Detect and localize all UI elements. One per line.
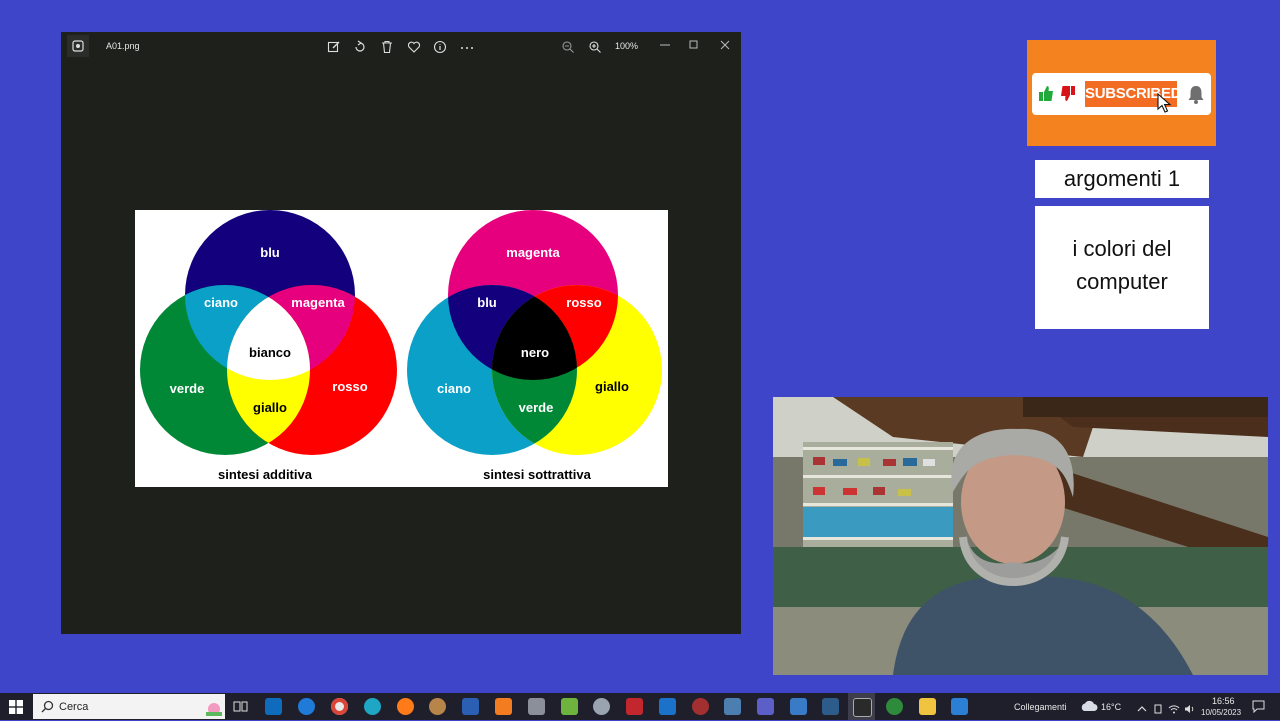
- edit-icon[interactable]: [327, 40, 341, 54]
- minimize-icon[interactable]: [659, 38, 671, 50]
- caption-subtractive: sintesi sottrattiva: [483, 467, 591, 482]
- label-rosso-sub: rosso: [566, 295, 601, 310]
- topic-label: argomenti 1: [1035, 160, 1209, 198]
- weather-cloud-icon[interactable]: [1080, 699, 1098, 718]
- more-icon[interactable]: [460, 40, 474, 54]
- taskbar-search-box[interactable]: Cerca: [33, 694, 225, 719]
- label-ciano-sub: ciano: [437, 381, 471, 396]
- screen-recorder-icon[interactable]: [692, 698, 709, 715]
- webcam-video: [773, 397, 1268, 675]
- taskbar: Cerca Collegamenti 16°C 16:56 10/05/2023: [0, 693, 1280, 720]
- wifi-icon[interactable]: [1168, 701, 1180, 719]
- file-name: A01.png: [106, 41, 140, 51]
- label-blu: blu: [260, 245, 280, 260]
- thumbs-down-icon[interactable]: [1060, 85, 1076, 107]
- firefox-icon[interactable]: [397, 698, 414, 715]
- device-icon[interactable]: [1153, 701, 1163, 719]
- internet-explorer-icon[interactable]: [298, 698, 315, 715]
- rotate-icon[interactable]: [353, 40, 367, 54]
- label-giallo-sub: giallo: [595, 379, 629, 394]
- volume-icon[interactable]: [1184, 701, 1196, 719]
- label-ciano: ciano: [204, 295, 238, 310]
- lesson-title: i colori del computer: [1072, 236, 1172, 294]
- editor-icon[interactable]: [790, 698, 807, 715]
- links-toolbar-label[interactable]: Collegamenti: [1014, 702, 1067, 712]
- info-icon[interactable]: [433, 40, 447, 54]
- close-icon[interactable]: [719, 38, 731, 50]
- viewer-titlebar: A01.png 100%: [61, 32, 741, 62]
- caption-additive: sintesi additiva: [218, 467, 313, 482]
- label-nero: nero: [521, 345, 549, 360]
- word-icon[interactable]: [462, 698, 479, 715]
- label-blu-sub: blu: [477, 295, 497, 310]
- favorite-icon[interactable]: [407, 40, 421, 54]
- zoom-level[interactable]: 100%: [615, 41, 638, 51]
- search-icon: [41, 700, 54, 718]
- lesson-title-box: i colori del computer: [1035, 206, 1209, 329]
- bell-icon[interactable]: [1186, 84, 1206, 110]
- temperature[interactable]: 16°C: [1101, 702, 1121, 712]
- label-verde-sub: verde: [519, 400, 554, 415]
- delete-icon[interactable]: [380, 40, 394, 54]
- cursor-icon: [1157, 92, 1173, 118]
- label-magenta-sub: magenta: [506, 245, 560, 260]
- notification-icon[interactable]: [1252, 700, 1265, 718]
- zoom-in-icon[interactable]: [588, 40, 602, 54]
- maximize-icon[interactable]: [688, 38, 700, 50]
- outlook-icon[interactable]: [265, 698, 282, 715]
- search-placeholder: Cerca: [59, 701, 89, 713]
- mail-icon[interactable]: [659, 698, 676, 715]
- label-giallo: giallo: [253, 400, 287, 415]
- zoom-out-icon[interactable]: [561, 40, 575, 54]
- displayed-image: blu ciano magenta bianco verde rosso gia…: [135, 210, 668, 487]
- obs-icon[interactable]: [853, 698, 872, 717]
- paint-icon[interactable]: [429, 698, 446, 715]
- photos-app-icon[interactable]: [67, 35, 89, 57]
- thumbs-up-icon[interactable]: [1038, 85, 1054, 107]
- teams-icon[interactable]: [757, 698, 774, 715]
- visual-studio-icon[interactable]: [822, 698, 839, 715]
- chrome-icon[interactable]: [331, 698, 348, 715]
- clock-date[interactable]: 10/05/2023: [1201, 708, 1241, 717]
- label-bianco: bianco: [249, 345, 291, 360]
- photo-viewer-window: A01.png 100% blu ciano magenta bianco ve…: [61, 32, 741, 634]
- filezilla-icon[interactable]: [626, 698, 643, 715]
- chevron-up-icon[interactable]: [1137, 701, 1147, 719]
- label-rosso: rosso: [332, 379, 367, 394]
- task-view-icon[interactable]: [232, 698, 249, 715]
- windows-start-icon[interactable]: [9, 700, 23, 714]
- search-highlight-icon: [205, 698, 223, 721]
- edge-icon[interactable]: [364, 698, 381, 715]
- photos-icon[interactable]: [951, 698, 968, 715]
- subscribe-bar: SUBSCRIBED: [1032, 73, 1211, 115]
- xampp-icon[interactable]: [495, 698, 512, 715]
- clock-time[interactable]: 16:56: [1212, 696, 1235, 706]
- app-icon[interactable]: [593, 698, 610, 715]
- hs-app-icon[interactable]: [886, 698, 903, 715]
- notepad-plus-icon[interactable]: [561, 698, 578, 715]
- subscribe-banner: SUBSCRIBED: [1027, 40, 1216, 146]
- calculator-icon[interactable]: [528, 698, 545, 715]
- label-verde: verde: [170, 381, 205, 396]
- file-explorer-icon[interactable]: [919, 698, 936, 715]
- label-magenta: magenta: [291, 295, 345, 310]
- subtractive-diagram: magenta blu rosso nero ciano giallo verd…: [407, 210, 662, 482]
- settings-icon[interactable]: [724, 698, 741, 715]
- webcam-scene: [773, 397, 1268, 675]
- additive-diagram: blu ciano magenta bianco verde rosso gia…: [140, 210, 397, 482]
